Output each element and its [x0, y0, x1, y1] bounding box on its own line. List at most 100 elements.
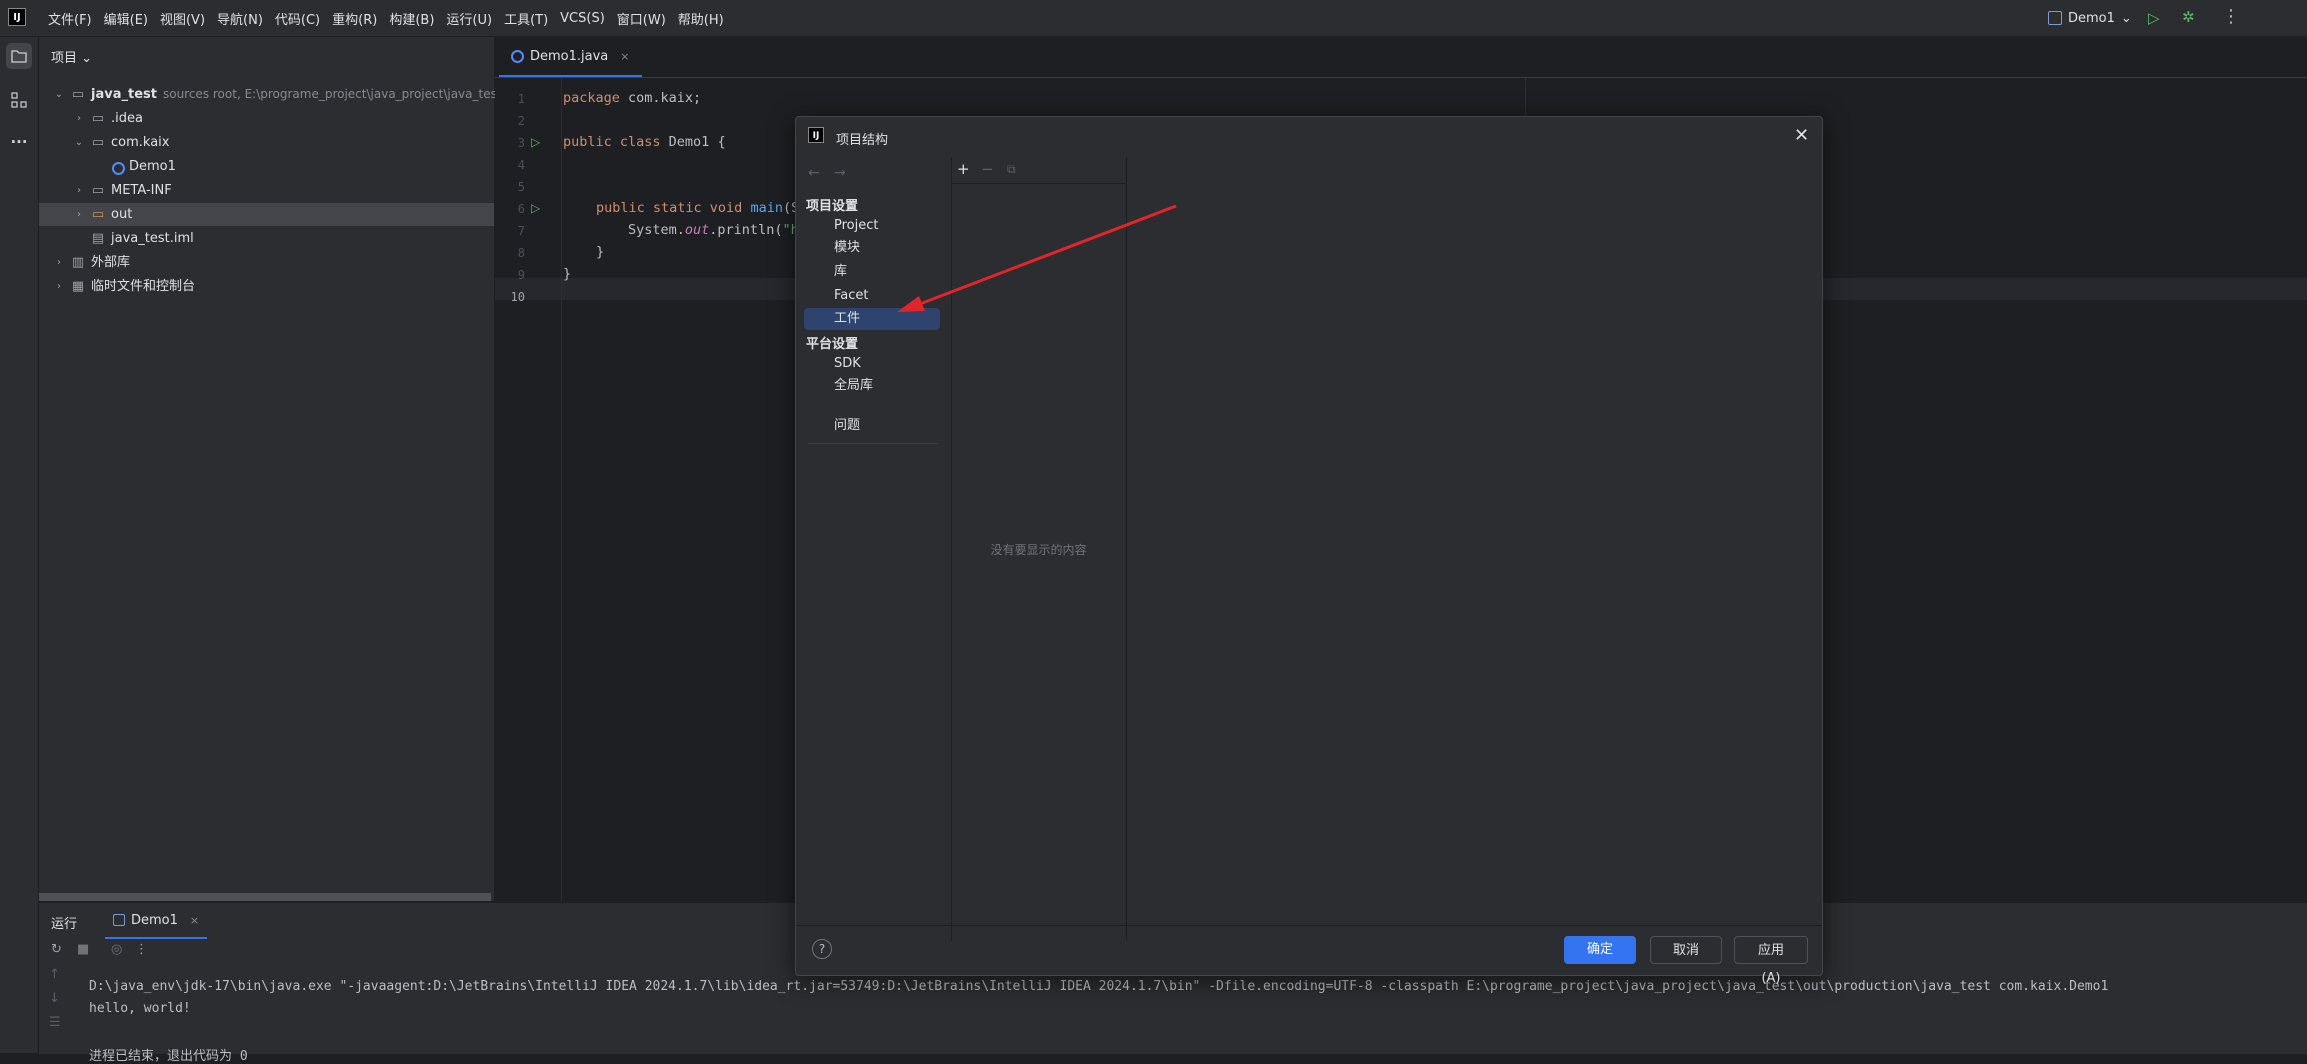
chevron-right-icon[interactable]: › [53, 251, 65, 274]
empty-state-text: 没有要显示的内容 [990, 543, 1087, 557]
nav-item-libraries[interactable]: 库 [804, 261, 940, 283]
code-line-8[interactable]: } [596, 244, 604, 260]
tree-item-label: java_test.iml [111, 231, 194, 246]
tree-item-label: Demo1 [129, 159, 176, 174]
tree-item-java-test[interactable]: ⌄ ▭ java_test sources root, E:\programe_p… [39, 83, 502, 106]
run-config-selector[interactable]: Demo1 ⌄ [2048, 7, 2132, 29]
apply-button[interactable]: 应用(A) [1734, 936, 1808, 986]
more-vertical-icon[interactable]: ⋮ [2222, 6, 2240, 27]
structure-icon[interactable] [6, 87, 32, 113]
line-number-gutter: 1 2 3 ▷ 4 5 6 ▷ 7 8 9 10 [495, 78, 562, 901]
tool-window-strip: ··· [0, 37, 39, 1053]
rerun-icon[interactable]: ↻ [51, 942, 62, 957]
file-icon: ▤ [91, 231, 105, 246]
horizontal-scrollbar[interactable] [39, 893, 491, 901]
tree-item-demo1[interactable]: Demo1 [39, 155, 494, 178]
ok-button[interactable]: 确定 [1564, 936, 1636, 964]
tree-item-label: java_test [91, 87, 157, 102]
menu-build[interactable]: 构建(B) [383, 9, 440, 28]
nav-item-sdk[interactable]: SDK [804, 353, 940, 375]
project-structure-dialog: IJ 项目结构 ✕ ← → 项目设置 Project 模块 库 Facet 工件… [795, 116, 1823, 986]
menu-help[interactable]: 帮助(H) [672, 9, 730, 28]
tree-item-external-libraries[interactable]: › ▥ 外部库 [39, 251, 494, 274]
arrow-down-icon[interactable]: ↓ [49, 991, 60, 1006]
dialog-title: 项目结构 [836, 133, 889, 148]
code-line-1[interactable]: package com.kaix; [563, 90, 701, 106]
arrow-up-icon[interactable]: ↑ [49, 967, 60, 982]
help-icon[interactable]: ? [812, 939, 832, 959]
chevron-right-icon[interactable]: › [73, 107, 85, 130]
project-header[interactable]: 项目 ⌄ [51, 47, 92, 66]
intellij-logo-icon: IJ [8, 8, 26, 26]
menu-run[interactable]: 运行(U) [440, 9, 498, 28]
menu-tools[interactable]: 工具(T) [498, 9, 554, 28]
menu-bar: IJ 文件(F) 编辑(E) 视图(V) 导航(N) 代码(C) 重构(R) 构… [0, 0, 2307, 37]
artifacts-toolbar: + − ⧉ [951, 157, 1126, 184]
console-line: hello, world! [89, 1001, 191, 1016]
code-line-6[interactable]: public static void main(S [596, 200, 799, 216]
menu-vcs[interactable]: VCS(S) [554, 11, 611, 26]
wrap-icon[interactable]: ☰ [49, 1015, 61, 1030]
run-gutter-icon[interactable]: ▷ [531, 201, 540, 215]
editor-tab-demo1-java[interactable]: Demo1.java × [499, 37, 642, 77]
menu-navigate[interactable]: 导航(N) [211, 9, 269, 28]
remove-icon[interactable]: − [981, 160, 994, 178]
nav-item-project[interactable]: Project [804, 215, 940, 237]
tree-item-scratches[interactable]: › ▦ 临时文件和控制台 [39, 275, 494, 298]
more-horizontal-icon[interactable]: ··· [6, 129, 32, 155]
run-tab-demo1[interactable]: Demo1 × [105, 903, 208, 939]
line-number: 9 [517, 268, 525, 282]
chevron-right-icon[interactable]: › [73, 179, 85, 202]
application-config-icon [2048, 11, 2062, 25]
menu-code[interactable]: 代码(C) [269, 9, 326, 28]
run-icon[interactable]: ▷ [2148, 9, 2160, 27]
back-arrow-icon[interactable]: ← [808, 165, 820, 181]
more-vertical-icon[interactable]: ⋮ [135, 942, 148, 957]
code-line-7[interactable]: System.out.println("h [628, 222, 799, 238]
cancel-button[interactable]: 取消 [1650, 936, 1722, 964]
forward-arrow-icon[interactable]: → [834, 165, 846, 181]
menu-file[interactable]: 文件(F) [42, 9, 98, 28]
line-number: 6 [517, 202, 525, 216]
menu-refactor[interactable]: 重构(R) [326, 9, 383, 28]
chevron-right-icon[interactable]: › [73, 203, 85, 226]
close-icon[interactable]: ✕ [1794, 125, 1809, 146]
folder-icon: ▭ [91, 183, 105, 198]
nav-item-problems[interactable]: 问题 [804, 415, 940, 437]
stop-icon[interactable]: ■ [77, 942, 89, 957]
chevron-down-icon: ⌄ [81, 51, 93, 66]
add-icon[interactable]: + [957, 160, 970, 178]
copy-icon[interactable]: ⧉ [1007, 162, 1016, 177]
nav-item-artifacts[interactable]: 工件 [804, 308, 940, 330]
tree-item-out[interactable]: › ▭ out [39, 203, 494, 226]
menu-view[interactable]: 视图(V) [154, 9, 211, 28]
close-icon[interactable]: × [190, 914, 199, 927]
camera-icon[interactable]: ◎ [111, 942, 122, 957]
debug-icon[interactable]: ✲ [2182, 8, 2195, 26]
console-line: 进程已结束，退出代码为 0 [89, 1049, 248, 1064]
chevron-right-icon[interactable]: › [53, 275, 65, 298]
nav-item-global-libraries[interactable]: 全局库 [804, 375, 940, 397]
close-icon[interactable]: × [620, 50, 629, 63]
tree-item-meta-inf[interactable]: › ▭ META-INF [39, 179, 494, 202]
nav-item-facets[interactable]: Facet [804, 285, 940, 307]
run-panel-title: 运行 [51, 917, 78, 932]
menu-edit[interactable]: 编辑(E) [98, 9, 154, 28]
code-line-3[interactable]: public class Demo1 { [563, 134, 726, 150]
tree-item-com-kaix[interactable]: ⌄ ▭ com.kaix [39, 131, 494, 154]
tree-item-label: 临时文件和控制台 [91, 279, 196, 294]
chevron-down-icon[interactable]: ⌄ [73, 131, 85, 154]
run-gutter-icon[interactable]: ▷ [531, 135, 540, 149]
tree-item-java-test-iml[interactable]: ▤ java_test.iml [39, 227, 494, 250]
line-number: 3 [517, 136, 525, 150]
folder-icon[interactable] [6, 43, 32, 69]
code-line-9[interactable]: } [563, 266, 571, 282]
tree-item-label: META-INF [111, 183, 172, 198]
nav-item-modules[interactable]: 模块 [804, 237, 940, 259]
tree-item-idea[interactable]: › ▭ .idea [39, 107, 494, 130]
project-tool-window: 项目 ⌄ ⌄ ▭ java_test sources root, E:\progr… [39, 37, 502, 901]
chevron-down-icon[interactable]: ⌄ [53, 83, 65, 106]
menu-window[interactable]: 窗口(W) [611, 9, 672, 28]
dialog-title-bar[interactable]: IJ 项目结构 ✕ [796, 117, 1822, 157]
console-line: D:\java_env\jdk-17\bin\java.exe "-javaag… [89, 979, 2109, 994]
